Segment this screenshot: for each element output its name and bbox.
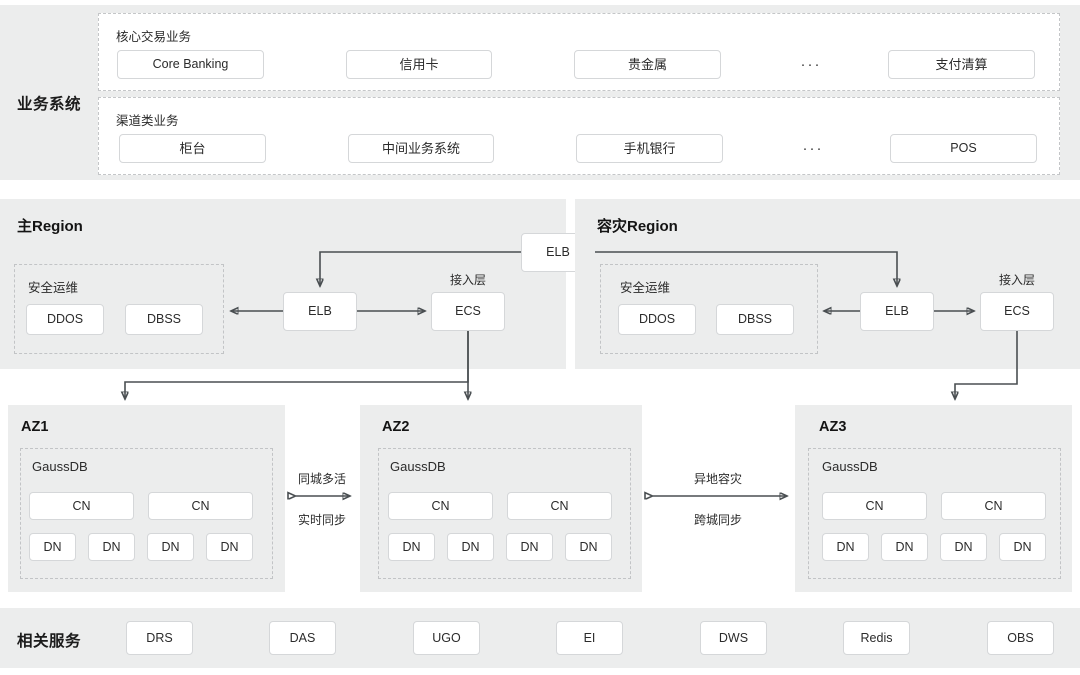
connector-lines	[0, 251, 1018, 675]
architecture-diagram: 业务系统 核心交易业务 Core Banking 信用卡 贵金属 ··· 支付清…	[0, 0, 1080, 675]
wire-dr-ecs-to-az3	[955, 331, 1018, 399]
wire-center-elb-to-main-elb	[320, 251, 521, 286]
wire-main-ecs-to-az1	[125, 331, 469, 399]
wire-center-elb-to-dr-elb	[595, 251, 897, 286]
